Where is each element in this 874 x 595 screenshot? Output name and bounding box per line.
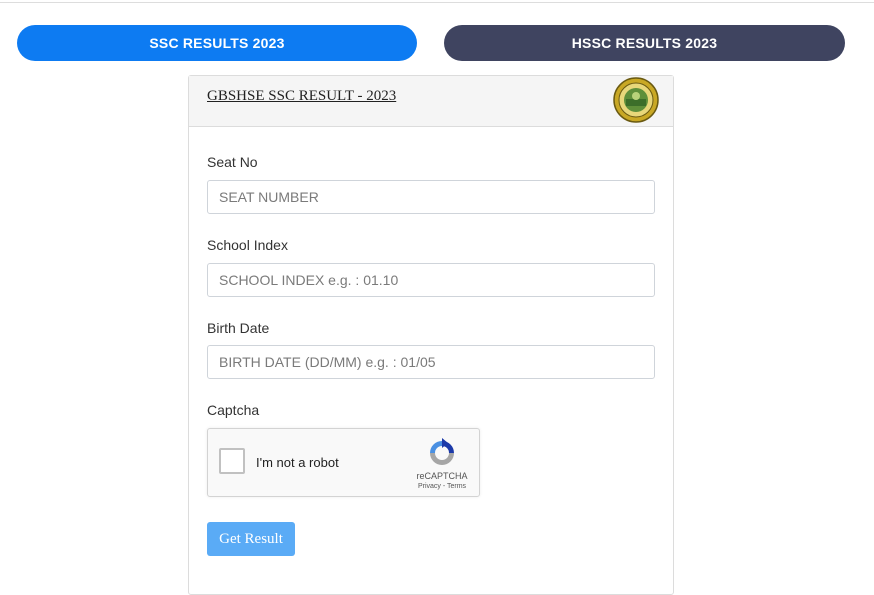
result-form-card: GBSHSE SSC RESULT - 2023 Seat No School …: [188, 75, 674, 595]
school-index-label: School Index: [207, 237, 288, 253]
recaptcha-widget: I'm not a robot reCAPTCHA Privacy - Term…: [207, 428, 480, 497]
not-robot-checkbox[interactable]: [219, 448, 245, 474]
recaptcha-privacy-terms-links[interactable]: Privacy - Terms: [404, 483, 480, 490]
hssc-results-tab[interactable]: HSSC RESULTS 2023: [444, 25, 845, 61]
recaptcha-brand: reCAPTCHA: [416, 471, 468, 481]
ssc-results-tab[interactable]: SSC RESULTS 2023: [17, 25, 417, 61]
seat-number-input[interactable]: [207, 180, 655, 214]
birth-date-label: Birth Date: [207, 320, 270, 336]
top-divider: [0, 2, 874, 3]
school-index-input[interactable]: [207, 263, 655, 297]
get-result-button[interactable]: Get Result: [207, 522, 295, 556]
birth-date-input[interactable]: [207, 345, 655, 379]
card-title: GBSHSE SSC RESULT - 2023: [207, 88, 397, 104]
seat-no-label: Seat No: [207, 154, 258, 170]
card-header: GBSHSE SSC RESULT - 2023: [189, 76, 673, 127]
board-seal-icon: [613, 77, 659, 123]
recaptcha-logo-icon: [430, 438, 454, 465]
captcha-label: Captcha: [207, 402, 260, 418]
not-robot-text: I'm not a robot: [256, 455, 339, 470]
